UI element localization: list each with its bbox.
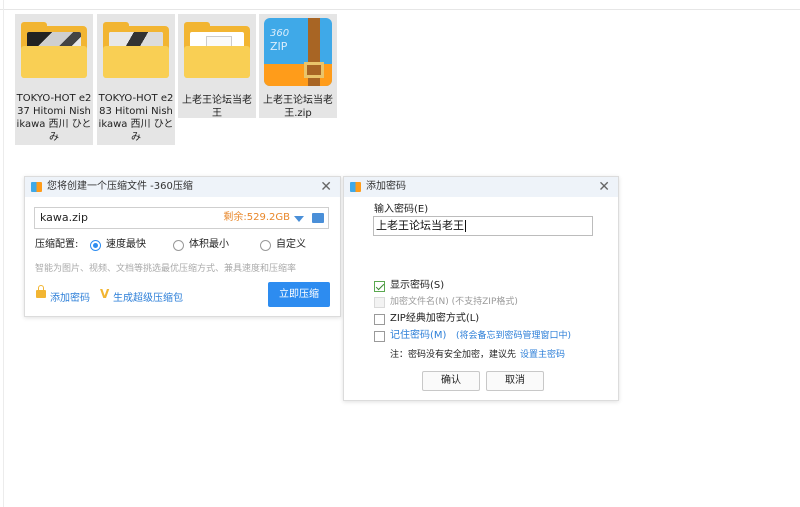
confirm-button[interactable]: 确认 <box>422 371 480 391</box>
file-item-folder-2[interactable]: TOKYO-HOT e283 Hitomi Nishikawa 西川 ひとみ <box>97 14 175 145</box>
file-item-zip[interactable]: 360 ZIP 上老王论坛当老王.zip <box>259 14 337 119</box>
chevron-down-icon[interactable] <box>294 216 304 222</box>
add-password-link[interactable]: 添加密码 <box>50 289 90 304</box>
browse-folder-icon[interactable] <box>312 213 324 223</box>
password-value: 上老王论坛当老王 <box>376 219 464 232</box>
password-input[interactable]: 上老王论坛当老王 <box>373 216 593 236</box>
set-master-password-link[interactable]: 设置主密码 <box>520 348 565 362</box>
option-custom-label: 自定义 <box>276 239 306 250</box>
archive-name-value: kawa.zip <box>40 211 88 224</box>
password-input-label: 输入密码(E) <box>374 204 429 215</box>
lock-icon <box>36 285 46 298</box>
password-dialog-title: 添加密码 <box>366 181 406 192</box>
cancel-button[interactable]: 取消 <box>486 371 544 391</box>
disk-remaining: 剩余:529.2GB <box>223 212 290 223</box>
zip-archive-icon: 360 ZIP <box>264 18 332 86</box>
radio-fastest[interactable] <box>90 240 101 251</box>
file-label: TOKYO-HOT e237 Hitomi Nishikawa 西川 ひとみ <box>16 93 92 143</box>
compress-now-button[interactable]: 立即压缩 <box>268 282 330 307</box>
remember-password-note: (将会备忘到密码管理窗口中) <box>456 331 572 341</box>
close-icon[interactable]: ✕ <box>320 177 332 197</box>
compress-hint: 智能为图片、视频、文档等挑选最优压缩方式、兼具速度和压缩率 <box>35 264 297 274</box>
show-password-label: 显示密码(S) <box>390 280 445 291</box>
app-360-icon <box>350 182 361 192</box>
encrypt-filenames-label: 加密文件名(N) (不支持ZIP格式) <box>390 297 518 307</box>
text-caret <box>465 220 466 232</box>
file-label: 上老王论坛当老王 <box>182 95 252 119</box>
zip-classic-checkbox[interactable] <box>374 314 385 325</box>
file-item-folder-1[interactable]: TOKYO-HOT e237 Hitomi Nishikawa 西川 ひとみ <box>15 14 93 145</box>
password-dialog-titlebar: 添加密码 ✕ <box>344 177 618 197</box>
app-360-icon <box>31 182 42 192</box>
compress-config-row: 压缩配置: 速度最快 体积最小 自定义 <box>35 237 335 253</box>
archive-name-input[interactable]: kawa.zip 剩余:529.2GB <box>34 207 329 229</box>
close-icon[interactable]: ✕ <box>598 177 610 197</box>
file-item-folder-3[interactable]: 上老王论坛当老王 <box>178 14 256 119</box>
add-password-dialog: 添加密码 ✕ 输入密码(E) 上老王论坛当老王 显示密码(S) 加密文件名(N)… <box>343 176 619 401</box>
radio-smallest[interactable] <box>173 240 184 251</box>
super-archive-icon: V <box>100 287 110 301</box>
option-smallest-label: 体积最小 <box>189 239 229 250</box>
show-password-checkbox[interactable] <box>374 281 385 292</box>
option-fastest-label: 速度最快 <box>106 239 146 250</box>
top-divider <box>0 9 800 10</box>
remember-password-label: 记住密码(M) <box>390 330 447 341</box>
left-divider <box>3 0 4 507</box>
zip-classic-label: ZIP经典加密方式(L) <box>390 313 480 324</box>
compress-dialog: 您将创建一个压缩文件 -360压缩 ✕ kawa.zip 剩余:529.2GB … <box>24 176 341 317</box>
folder-with-photo-icon <box>21 22 87 78</box>
encrypt-filenames-checkbox[interactable] <box>374 297 385 308</box>
compress-dialog-title: 您将创建一个压缩文件 -360压缩 <box>47 181 193 192</box>
security-note: 注：密码没有安全加密，建议先 <box>390 350 517 360</box>
folder-with-photo-icon <box>103 22 169 78</box>
config-label: 压缩配置: <box>35 239 79 250</box>
compress-dialog-titlebar: 您将创建一个压缩文件 -360压缩 ✕ <box>25 177 340 197</box>
remember-password-checkbox[interactable] <box>374 331 385 342</box>
file-label: TOKYO-HOT e283 Hitomi Nishikawa 西川 ひとみ <box>98 93 174 143</box>
folder-icon <box>184 22 250 78</box>
make-super-archive-link[interactable]: 生成超级压缩包 <box>113 289 183 304</box>
file-label: 上老王论坛当老王.zip <box>263 95 333 119</box>
radio-custom[interactable] <box>260 240 271 251</box>
